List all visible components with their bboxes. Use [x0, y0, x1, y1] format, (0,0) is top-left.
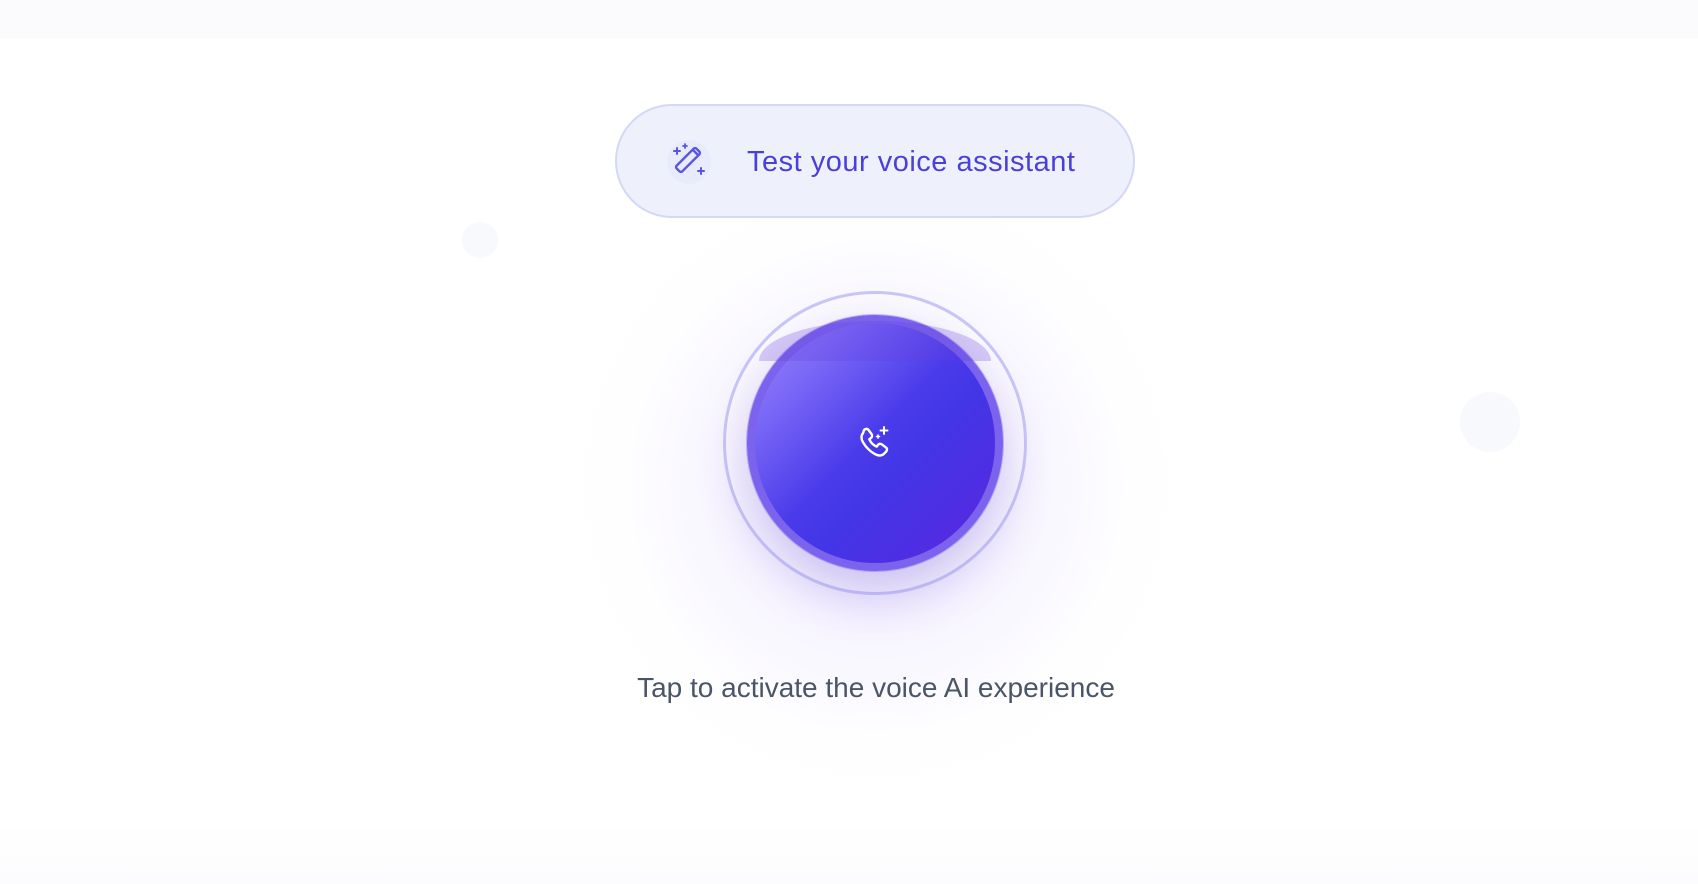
phone-sparkle-icon [855, 423, 895, 463]
top-band [0, 0, 1698, 38]
magic-wand-icon [667, 140, 711, 184]
activate-voice-call-button[interactable] [747, 315, 1003, 571]
page: Test your voice assistant Tap to activat… [0, 0, 1698, 884]
decorative-bubble [1460, 392, 1520, 452]
call-caption: Tap to activate the voice AI experience [637, 672, 1115, 703]
decorative-bubble [462, 222, 498, 258]
header-title: Test your voice assistant [747, 146, 1076, 178]
